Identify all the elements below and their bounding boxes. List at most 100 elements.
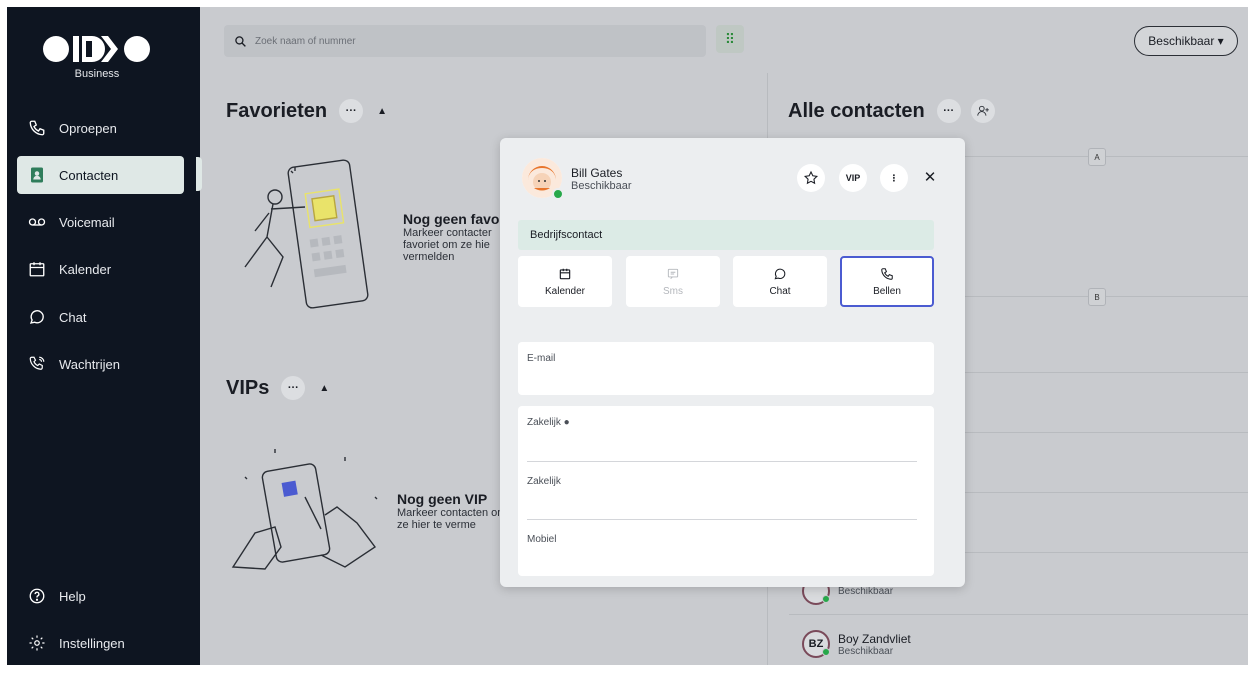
search-input[interactable] [255, 35, 695, 47]
call-action-button[interactable]: Bellen [840, 256, 934, 307]
dialpad-button[interactable]: ⠿ [716, 25, 744, 53]
sidebar-item-label: Wachtrijen [59, 356, 120, 372]
close-button[interactable]: ✕ [921, 168, 939, 186]
contact-status: Beschikbaar [838, 585, 894, 597]
chat-action-button[interactable]: Chat [733, 256, 827, 307]
favorites-empty-text: Markeer contacter favoriet om ze hie ver… [403, 227, 492, 263]
sidebar-item-kalender[interactable]: Kalender [17, 250, 184, 288]
field-divider [527, 519, 917, 520]
close-icon: ✕ [923, 169, 937, 186]
availability-dropdown[interactable]: Beschikbaar ▾ [1134, 26, 1238, 56]
favorites-more-button[interactable]: ··· [339, 99, 364, 123]
avatar [522, 158, 564, 200]
sidebar-item-oproepen[interactable]: Oproepen [17, 109, 184, 147]
phone-numbers-card: Zakelijk ● Zakelijk Mobiel [518, 406, 934, 576]
logo: Business [42, 31, 152, 81]
voicemail-icon [27, 212, 47, 232]
sidebar-item-label: Help [59, 588, 86, 604]
caret-up-icon[interactable]: ▲ [377, 106, 387, 117]
row-divider [789, 614, 1248, 615]
email-card: E-mail [518, 342, 934, 395]
sidebar-item-voicemail[interactable]: Voicemail [17, 203, 184, 241]
action-label: Sms [663, 285, 683, 297]
contact-detail-modal: Bill Gates Beschikbaar VIP ⋮ ✕ Bedrijfsc… [500, 138, 965, 587]
sidebar-item-label: Voicemail [59, 214, 115, 230]
favorites-header: Favorieten ··· ▲ [226, 99, 387, 123]
action-label: Kalender [544, 285, 586, 297]
kebab-icon: ⋮ [889, 172, 899, 183]
vip-button[interactable]: VIP [839, 164, 867, 192]
sidebar-item-label: Chat [59, 309, 87, 325]
sidebar-item-chat[interactable]: Chat [17, 298, 184, 336]
phone-icon [881, 267, 893, 280]
sms-action-button[interactable]: Sms [626, 256, 720, 307]
vips-illustration [231, 449, 378, 570]
contact-row[interactable]: BZ Boy Zandvliet Beschikbaar [802, 630, 911, 658]
online-status-dot [822, 648, 830, 656]
action-label: Chat [769, 285, 791, 297]
chat-icon [27, 307, 47, 327]
letter-marker: A [1088, 148, 1106, 166]
sidebar-item-instellingen[interactable]: Instellingen [17, 624, 184, 662]
app-frame: Business Oproepen Contacten Voicemail Ka… [7, 7, 1248, 665]
contact-status: Beschikbaar [571, 180, 632, 192]
online-status-dot [552, 188, 564, 200]
star-icon [803, 170, 819, 185]
calendar-icon [27, 259, 47, 279]
favorite-button[interactable] [797, 164, 825, 192]
dialpad-icon: ⠿ [724, 30, 736, 47]
vips-empty-title: Nog geen VIP [397, 491, 488, 507]
active-indicator [196, 157, 202, 191]
gear-icon [27, 633, 47, 653]
phone-icon [27, 118, 47, 138]
search-icon [235, 35, 246, 47]
topbar: ⠿ Beschikbaar ▾ [200, 7, 1248, 73]
calendar-action-button[interactable]: Kalender [518, 256, 612, 307]
contacts-icon [27, 165, 47, 185]
mobile-phone-label: Mobiel [527, 534, 557, 545]
letter-marker: B [1088, 288, 1106, 306]
sms-icon [667, 268, 679, 279]
contacts-title: Alle contacten [788, 99, 925, 122]
contact-name: Boy Zandvliet [838, 631, 911, 646]
favorites-title: Favorieten [226, 99, 328, 122]
contacts-header: Alle contacten ··· [788, 99, 995, 123]
sidebar-item-label: Instellingen [59, 635, 125, 651]
logo-subtitle: Business [74, 68, 120, 80]
help-icon [27, 586, 47, 606]
contact-status: Beschikbaar [838, 645, 894, 657]
logo-icon [43, 36, 150, 62]
queue-icon [27, 354, 47, 374]
contacts-more-button[interactable]: ··· [936, 99, 961, 123]
favorites-illustration [244, 159, 369, 309]
field-divider [527, 461, 917, 462]
contact-text: Boy Zandvliet Beschikbaar [830, 632, 911, 657]
favorites-empty-title: Nog geen favo [403, 211, 500, 227]
sidebar-item-label: Contacten [59, 167, 119, 183]
sidebar-item-contacten[interactable]: Contacten [17, 156, 184, 194]
sidebar-item-label: Oproepen [59, 120, 117, 136]
add-contact-button[interactable] [970, 99, 995, 123]
business-phone-label: Zakelijk ● [527, 417, 570, 428]
calendar-icon [559, 268, 571, 279]
sidebar-item-label: Kalender [59, 261, 112, 277]
search-box[interactable] [224, 25, 706, 57]
action-label: Bellen [873, 285, 901, 297]
caret-up-icon[interactable]: ▲ [319, 383, 329, 394]
vips-title: VIPs [226, 376, 270, 399]
vips-header: VIPs ··· ▲ [226, 376, 329, 400]
email-label: E-mail [527, 353, 556, 364]
vips-more-button[interactable]: ··· [281, 376, 306, 400]
sidebar: Business Oproepen Contacten Voicemail Ka… [7, 7, 200, 665]
business-phone-2-label: Zakelijk [527, 476, 561, 487]
more-options-button[interactable]: ⋮ [880, 164, 908, 192]
vips-empty-text: Markeer contacten om ze hier te verme [397, 507, 507, 531]
avatar: BZ [802, 630, 830, 658]
add-user-icon [976, 105, 989, 116]
business-contact-banner: Bedrijfscontact [518, 220, 934, 250]
sidebar-item-help[interactable]: Help [17, 577, 184, 615]
chat-icon [774, 268, 786, 279]
contact-name: Bill Gates [571, 166, 623, 180]
contact-text: Beschikbaar [830, 586, 893, 597]
sidebar-item-wachtrijen[interactable]: Wachtrijen [17, 345, 184, 383]
